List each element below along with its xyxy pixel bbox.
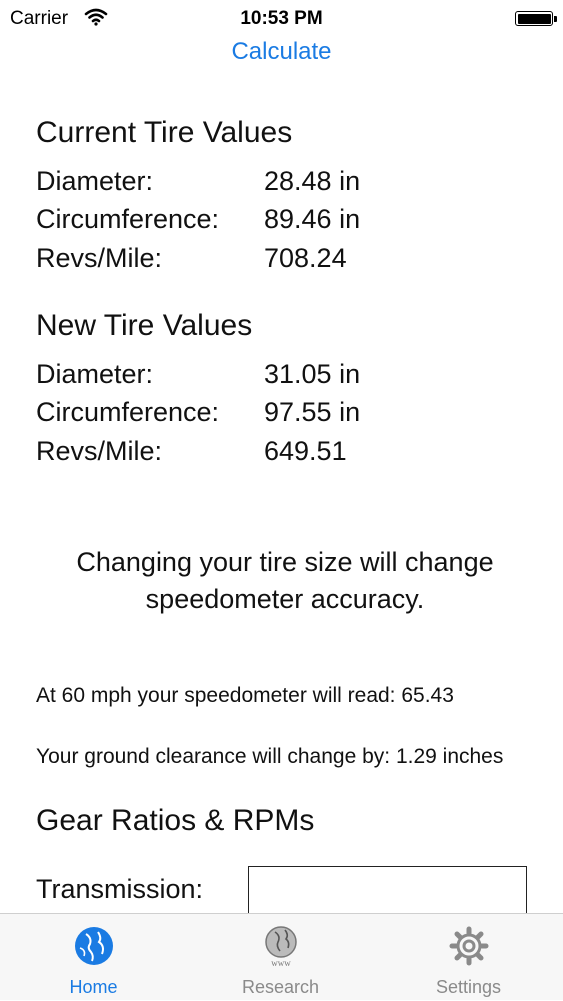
tab-bar: Home www Research Settings xyxy=(0,913,563,1000)
current-diameter-row: Diameter: 28.48 in xyxy=(36,166,536,200)
status-bar: Carrier 10:53 PM xyxy=(0,0,563,38)
current-revs-row: Revs/Mile: 708.24 xyxy=(36,243,536,277)
new-tire-title: New Tire Values xyxy=(36,309,253,342)
row-value: 28.48 in xyxy=(264,166,361,196)
row-label: Diameter: xyxy=(36,166,154,196)
globe-icon xyxy=(72,924,116,968)
row-label: Revs/Mile: xyxy=(36,243,163,273)
tab-research[interactable]: www Research xyxy=(187,914,374,1001)
tab-settings[interactable]: Settings xyxy=(375,914,562,1001)
battery-icon xyxy=(515,11,557,26)
current-circumference-row: Circumference: 89.46 in xyxy=(36,204,536,238)
row-value: 708.24 xyxy=(264,243,347,273)
transmission-label: Transmission: xyxy=(36,874,204,904)
transmission-input[interactable] xyxy=(248,866,527,918)
tab-label: Settings xyxy=(435,977,502,997)
new-diameter-row: Diameter: 31.05 in xyxy=(36,359,536,393)
tab-home[interactable]: Home xyxy=(0,914,187,1001)
www-globe-icon: www xyxy=(259,924,303,968)
tab-label: Research xyxy=(241,977,320,997)
row-label: Circumference: xyxy=(36,397,220,427)
row-value: 649.51 xyxy=(264,436,347,466)
row-label: Revs/Mile: xyxy=(36,436,163,466)
row-value: 31.05 in xyxy=(264,359,361,389)
new-circumference-row: Circumference: 97.55 in xyxy=(36,397,536,431)
status-time: 10:53 PM xyxy=(240,8,323,29)
nav-title-calculate[interactable]: Calculate xyxy=(0,38,563,66)
ground-clearance: Your ground clearance will change by: 1.… xyxy=(36,745,504,768)
row-value: 97.55 in xyxy=(264,397,361,427)
new-revs-row: Revs/Mile: 649.51 xyxy=(36,436,536,470)
row-value: 89.46 in xyxy=(264,204,361,234)
current-tire-title: Current Tire Values xyxy=(36,116,293,149)
gear-icon xyxy=(447,924,491,968)
www-sublabel: www xyxy=(271,958,291,968)
tab-label: Home xyxy=(69,977,118,997)
row-label: Diameter: xyxy=(36,359,154,389)
row-label: Circumference: xyxy=(36,204,220,234)
speedometer-reading: At 60 mph your speedometer will read: 65… xyxy=(36,684,454,707)
gear-ratios-title: Gear Ratios & RPMs xyxy=(36,804,315,837)
speedometer-notice: Changing your tire size will change spee… xyxy=(76,547,494,614)
